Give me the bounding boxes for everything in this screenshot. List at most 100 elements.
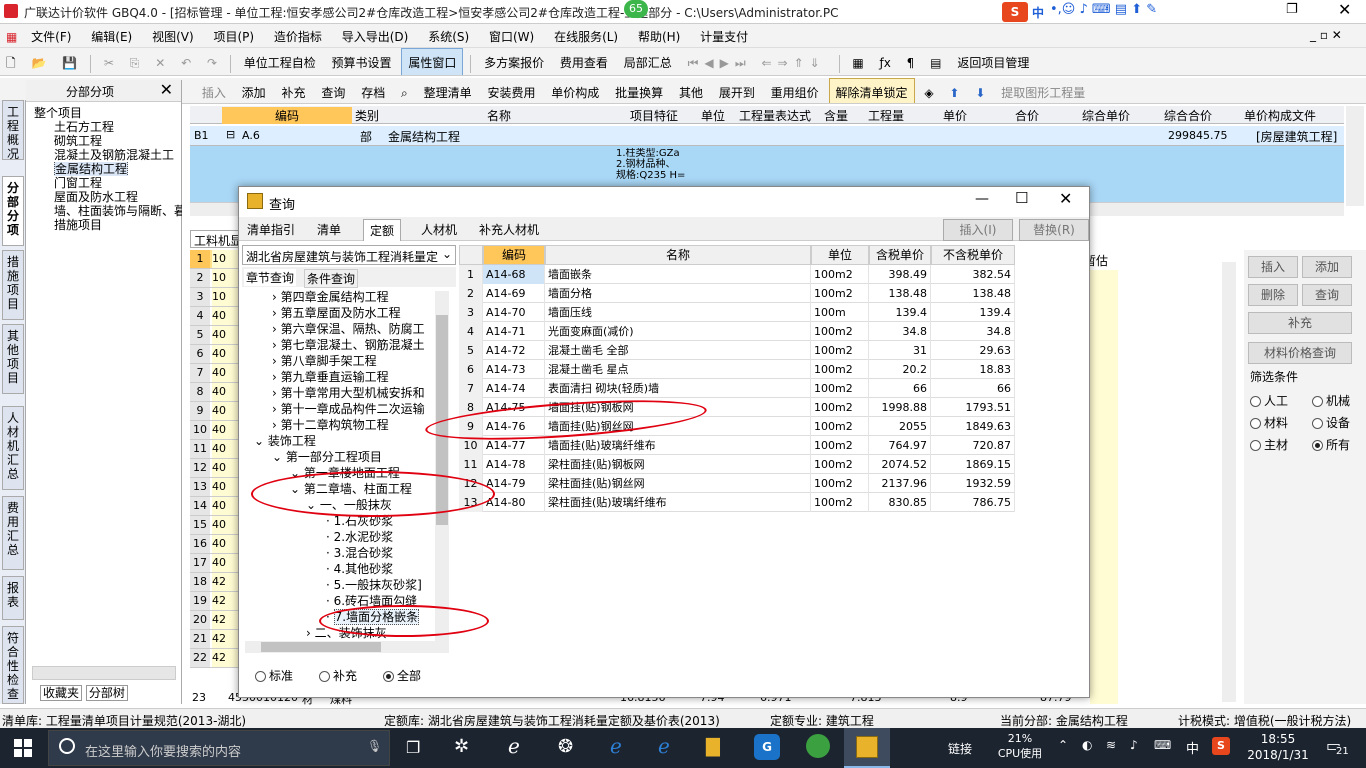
- dialog-replace-button[interactable]: 替换(R): [1019, 219, 1089, 241]
- glodon-icon[interactable]: G: [754, 734, 780, 760]
- delete-button[interactable]: 删除: [1248, 284, 1298, 306]
- tree-node[interactable]: › 第十二章构筑物工程: [272, 417, 389, 433]
- back-project-button[interactable]: 返回项目管理: [951, 49, 1035, 75]
- other-menu[interactable]: 其他: [673, 79, 709, 103]
- tree-vscrollbar[interactable]: [435, 291, 449, 641]
- green-app-icon[interactable]: [806, 734, 830, 758]
- table-row[interactable]: 7 A14-74 表面清扫 砌块(轻质)墙 100m2 66 66: [459, 379, 1015, 398]
- table-row[interactable]: 11 A14-78 梁柱面挂(贴)钢板网 100m2 2074.52 1869.15: [459, 455, 1015, 474]
- price-structure-menu[interactable]: 单价构成: [545, 79, 605, 103]
- material-price-query-button[interactable]: 材料价格查询: [1248, 342, 1352, 364]
- chevron-right-icon[interactable]: ›: [272, 290, 281, 304]
- chevron-right-icon[interactable]: ›: [272, 402, 281, 416]
- table-row[interactable]: 10 A14-77 墙面挂(贴)玻璃纤维布 100m2 764.97 720.87: [459, 436, 1015, 455]
- tree-item-concrete[interactable]: 混凝土及钢筋混凝土工: [34, 148, 182, 162]
- menu-online[interactable]: 在线服务(L): [546, 24, 626, 49]
- organize-list-menu[interactable]: 整理清单: [418, 79, 478, 103]
- tray-lang-indicator[interactable]: 中: [1186, 738, 1199, 757]
- menu-file[interactable]: 文件(F): [23, 24, 79, 49]
- chevron-down-icon[interactable]: ⌄: [272, 450, 286, 464]
- notification-center-icon[interactable]: ▭ 21: [1324, 734, 1354, 762]
- tab-quota[interactable]: 定额: [363, 219, 402, 241]
- close-icon[interactable]: ✕: [1059, 189, 1072, 208]
- sogou-ime-icon[interactable]: S: [1002, 2, 1028, 22]
- sogou-tray-icon[interactable]: S: [1212, 737, 1230, 755]
- delete-icon[interactable]: ✕: [149, 51, 171, 75]
- add-button[interactable]: 添加: [1302, 256, 1352, 278]
- nav-arrows-icon[interactable]: ⏮◀▶⏭ ⇐⇒⇑⇓: [682, 51, 832, 75]
- tab-labor-material[interactable]: 人材机: [415, 219, 463, 241]
- table-row[interactable]: B1 ⊟ A.6 部 金属结构工程 299845.75 [房屋建筑工程]: [190, 126, 1344, 146]
- supplement-button[interactable]: 补充: [1248, 312, 1352, 334]
- tab-chapter-query[interactable]: 章节查询: [244, 269, 297, 286]
- tab-reports[interactable]: 报表: [2, 576, 24, 620]
- tree-item-masonry[interactable]: 砌筑工程: [34, 134, 182, 148]
- col-notax-price[interactable]: 不含税单价: [931, 245, 1015, 265]
- table-row[interactable]: 12 A14-79 梁柱面挂(贴)钢丝网 100m2 2137.96 1932.59: [459, 474, 1015, 493]
- table-row[interactable]: 1 A14-68 墙面嵌条 100m2 398.49 382.54: [459, 265, 1015, 284]
- col-price-file[interactable]: 单价构成文件: [1230, 107, 1330, 124]
- tree-node[interactable]: › 第六章保温、隔热、防腐工: [272, 321, 425, 337]
- tab-labor-material-summary[interactable]: 人材机汇总: [2, 406, 24, 490]
- tab-other-items[interactable]: 其他项目: [2, 324, 24, 394]
- table-row[interactable]: 13 A14-80 梁柱面挂(贴)玻璃纤维布 100m2 830.85 786.75: [459, 493, 1015, 512]
- tree-node[interactable]: ⌄ 装饰工程: [254, 433, 316, 449]
- col-code[interactable]: 编码: [222, 107, 352, 124]
- col-tax-price[interactable]: 含税单价: [869, 245, 931, 265]
- radio-all[interactable]: 全部: [383, 667, 421, 684]
- menu-cost-index[interactable]: 造价指标: [266, 24, 330, 49]
- cpu-meter[interactable]: 21% CPU使用: [990, 731, 1050, 761]
- tree-item-roofing[interactable]: 屋面及防水工程: [34, 190, 182, 204]
- col-feature[interactable]: 项目特征: [614, 107, 694, 124]
- tree-item-metal[interactable]: 金属结构工程: [34, 162, 182, 176]
- batch-convert-menu[interactable]: 批量换算: [609, 79, 669, 103]
- insert-button[interactable]: 插入: [1248, 256, 1298, 278]
- archive-menu[interactable]: 存档: [355, 79, 391, 103]
- wifi-icon[interactable]: ≋: [1106, 738, 1116, 752]
- menu-edit[interactable]: 编辑(E): [83, 24, 140, 49]
- tray-expand-icon[interactable]: ⌃: [1058, 738, 1068, 752]
- chevron-down-icon[interactable]: ⌄: [254, 434, 268, 448]
- save-icon[interactable]: 💾: [56, 51, 83, 75]
- radio-supplement[interactable]: 补充: [319, 667, 357, 684]
- chevron-right-icon[interactable]: ›: [306, 626, 315, 640]
- edge-icon[interactable]: ℯ: [610, 734, 622, 758]
- tree-item-earthwork[interactable]: 土石方工程: [34, 120, 182, 134]
- local-summary-button[interactable]: 局部汇总: [618, 49, 678, 75]
- restore-icon[interactable]: ❐: [1286, 2, 1298, 17]
- tree-item-measures[interactable]: 措施项目: [34, 218, 182, 232]
- leaf-icon[interactable]: ·: [326, 530, 334, 544]
- budget-settings-button[interactable]: 预算书设置: [326, 49, 398, 75]
- close-icon[interactable]: ✕: [1338, 0, 1351, 19]
- leaf-icon[interactable]: ·: [326, 594, 334, 608]
- pinwheel-icon[interactable]: ✲: [454, 736, 469, 757]
- volume-icon[interactable]: ♪: [1130, 738, 1138, 752]
- tree-node[interactable]: › 第七章混凝土、钢筋混凝土: [272, 337, 425, 353]
- copy-icon[interactable]: ⎘: [124, 51, 146, 75]
- main-vscrollbar[interactable]: [1346, 106, 1364, 206]
- query-button[interactable]: 查询: [1302, 284, 1352, 306]
- leaf-icon[interactable]: ·: [326, 514, 334, 528]
- tab-supplement-labor-material[interactable]: 补充人材机: [473, 219, 545, 241]
- ie-icon[interactable]: ℯ: [508, 734, 520, 758]
- tab-list-guide[interactable]: 清单指引: [241, 219, 301, 241]
- sub-vscrollbar[interactable]: [1222, 262, 1236, 702]
- tree-item-wall-finish[interactable]: 墙、柱面装饰与隔断、暮: [34, 204, 182, 218]
- redo-icon[interactable]: ↷: [201, 51, 223, 75]
- tree-node[interactable]: · 2.水泥砂浆: [326, 529, 393, 545]
- ime-lang-indicator[interactable]: 中: [1032, 4, 1044, 21]
- filter-labor[interactable]: 人工: [1250, 392, 1288, 409]
- tray-app-icon[interactable]: ◐: [1082, 738, 1092, 752]
- table-row[interactable]: 3 A14-70 墙面压线 100m 139.4 139.4: [459, 303, 1015, 322]
- dialog-insert-button[interactable]: 插入(I): [943, 219, 1013, 241]
- ime-toolbar-icons[interactable]: •,☺ ♪ ⌨ ▤ ⬆ ✎: [1050, 2, 1157, 17]
- chevron-right-icon[interactable]: ›: [272, 322, 281, 336]
- keyboard-icon[interactable]: ⌨: [1154, 738, 1171, 752]
- expand-to-menu[interactable]: 展开到: [713, 79, 761, 103]
- folder-icon[interactable]: ▇: [706, 736, 720, 757]
- menu-import-export[interactable]: 导入导出(D): [334, 24, 417, 49]
- tab-list[interactable]: 清单: [311, 219, 347, 241]
- tree-node[interactable]: › 第十章常用大型机械安拆和: [272, 385, 425, 401]
- active-app-taskbar-item[interactable]: [844, 728, 890, 768]
- tree-node[interactable]: › 第四章金属结构工程: [272, 289, 389, 305]
